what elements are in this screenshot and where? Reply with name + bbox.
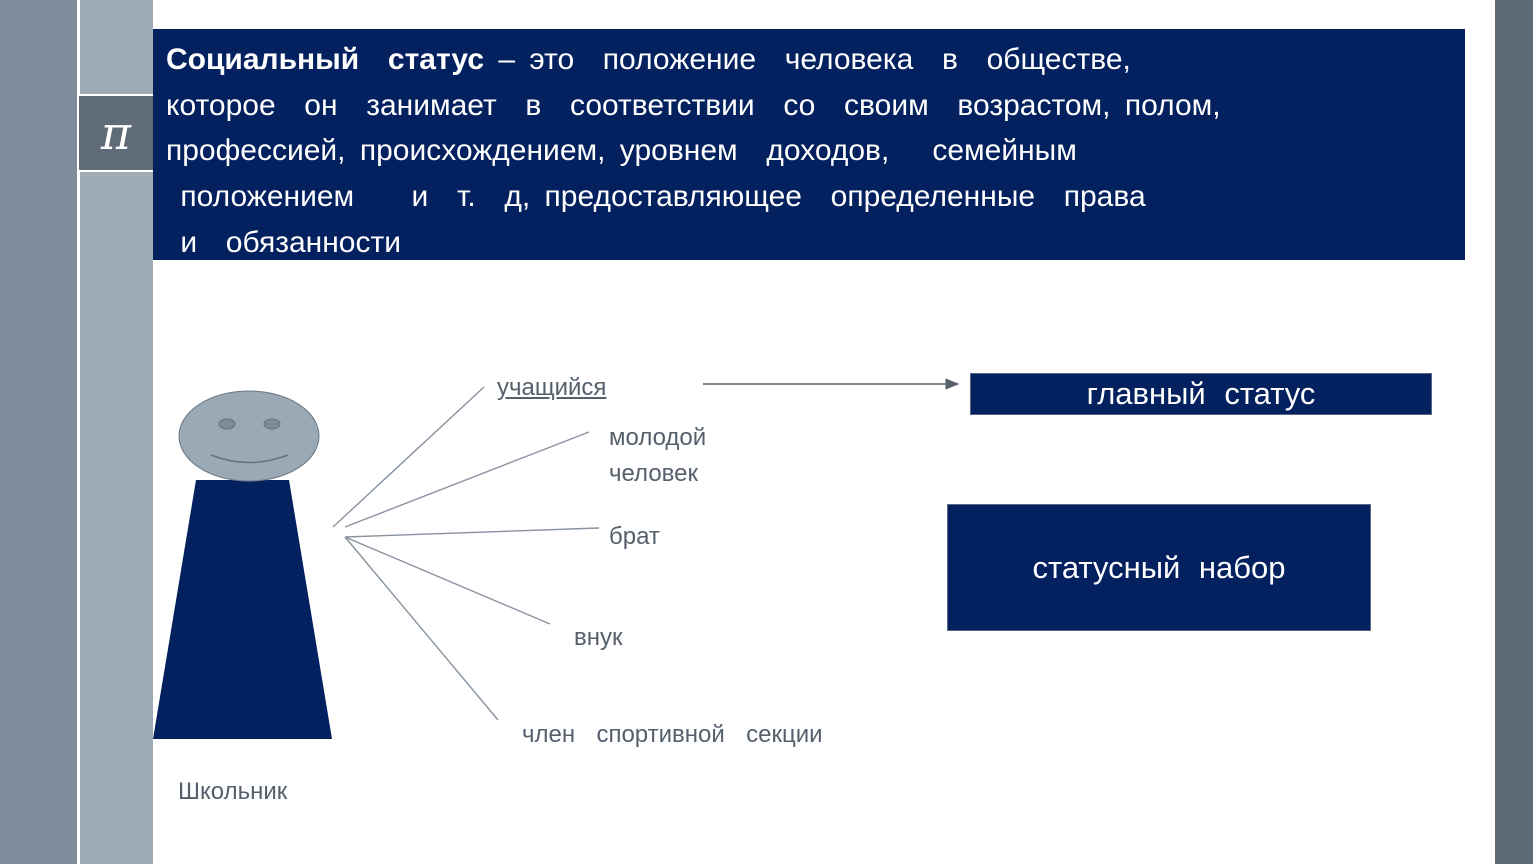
status-label-grandson: внук — [574, 624, 623, 651]
person-body — [153, 480, 332, 739]
connector-line-young-man — [344, 431, 590, 528]
person-eye-left — [218, 418, 236, 430]
status-set-box: статусный набор — [948, 505, 1370, 630]
status-label-student: учащийся — [497, 374, 607, 401]
connector-line-student — [332, 386, 485, 528]
figure-caption: Школьник — [178, 778, 288, 805]
status-label-sports-member: член спортивной секции — [522, 721, 823, 748]
person-icon — [153, 390, 332, 739]
person-head — [178, 390, 320, 482]
connector-line-brother — [344, 527, 600, 538]
status-label-brother: брат — [609, 523, 660, 550]
person-eye-right — [263, 418, 281, 430]
connector-line-grandson — [344, 536, 551, 625]
status-set-label: статусный набор — [1032, 549, 1286, 585]
main-status-label: главный статус — [1086, 376, 1316, 411]
main-status-box: главный статус — [971, 374, 1431, 414]
connector-line-sports — [344, 536, 499, 721]
status-label-young-man: молодой человек — [609, 424, 707, 487]
